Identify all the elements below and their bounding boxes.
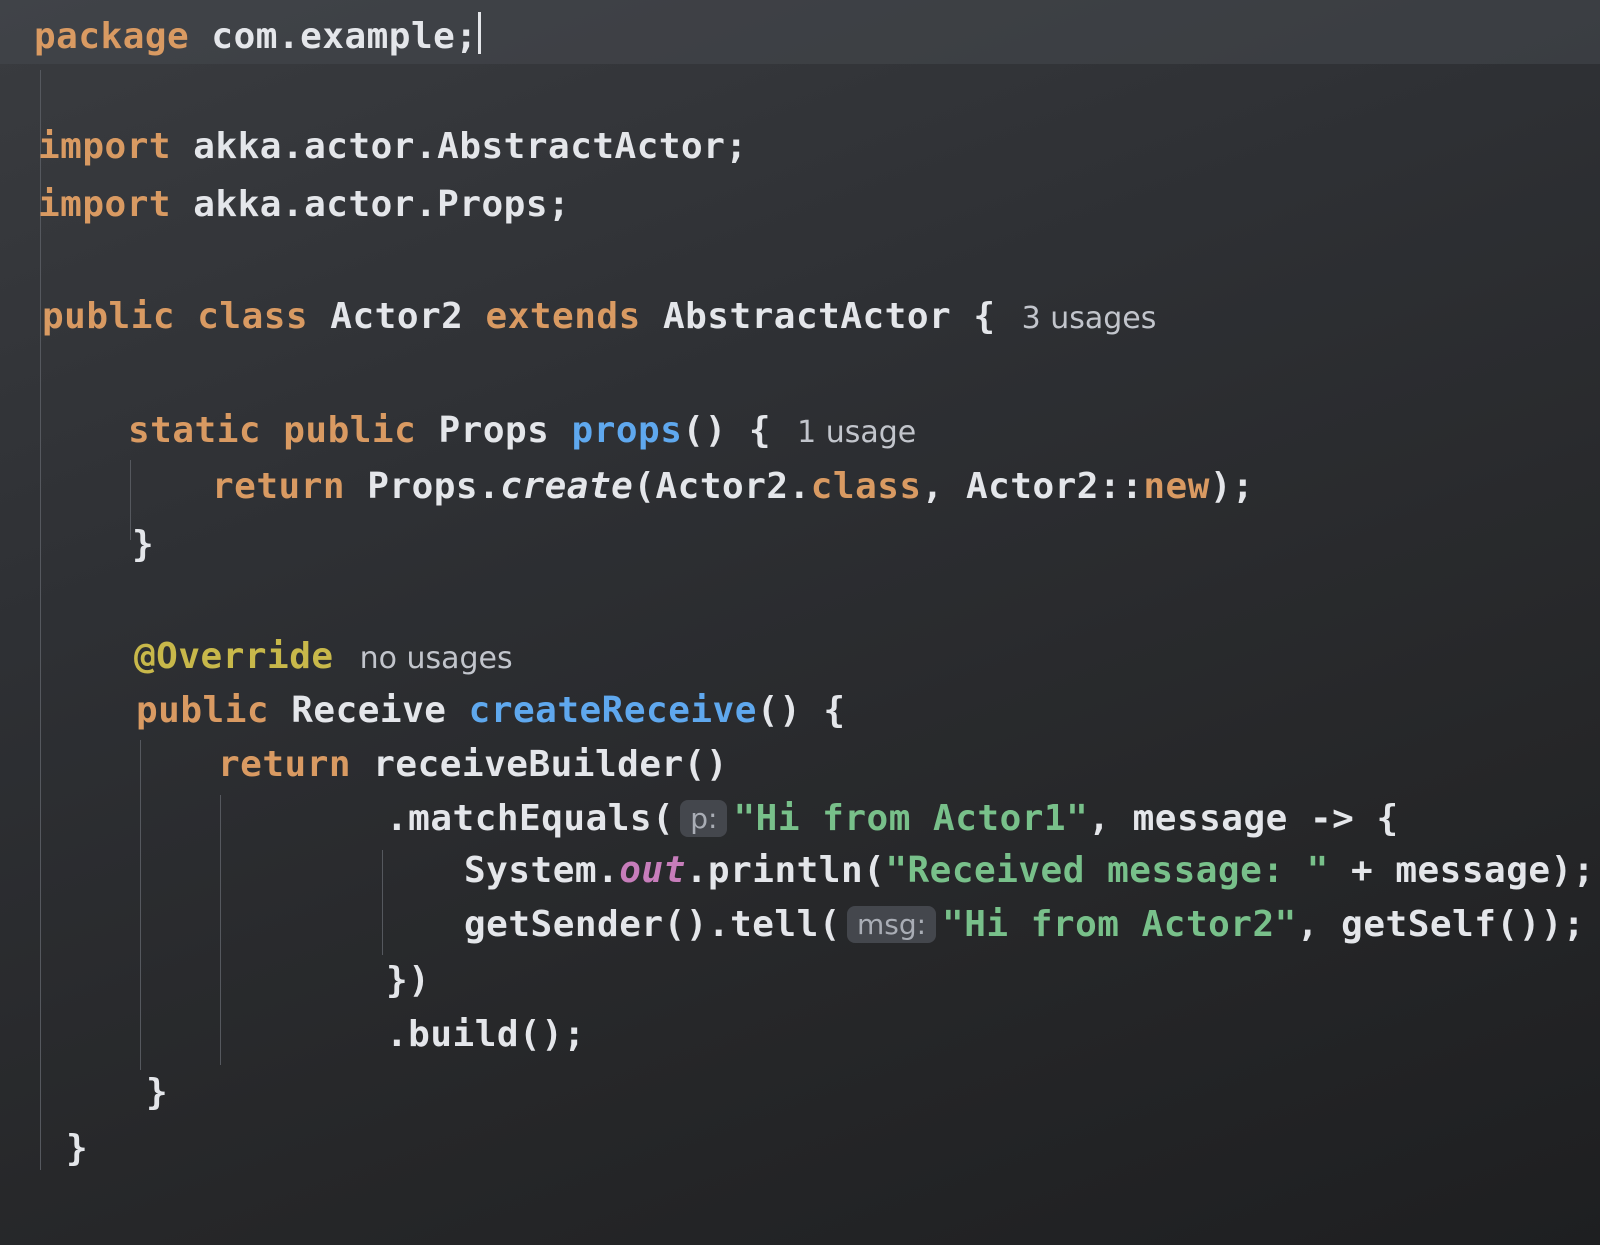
code-line-build: .build(); [386, 1014, 586, 1055]
code-line-return-builder: return receiveBuilder() [218, 744, 729, 785]
text-cursor [477, 12, 481, 54]
code-line-match-equals: .matchEquals(p: "Hi from Actor1", message… [386, 798, 1399, 839]
usages-hint[interactable]: 3 usages [1022, 301, 1157, 336]
code-line-lambda-close: }) [386, 960, 431, 1001]
code-line-tell: getSender().tell(msg: "Hi from Actor2", g… [464, 904, 1586, 945]
indent-guide [382, 850, 383, 955]
indent-guide [130, 460, 131, 540]
code-line-import-2: import akka.actor.Props; [38, 184, 571, 225]
code-line-create-receive: public Receive createReceive() { [136, 690, 846, 731]
code-line-println: System.out.println("Received message: " … [464, 850, 1595, 891]
code-line-package: package com.example; [34, 12, 481, 57]
parameter-hint: msg: [846, 906, 937, 943]
code-line-override: @Override no usages [134, 636, 513, 677]
parameter-hint: p: [680, 800, 728, 837]
indent-guide [40, 70, 41, 1170]
usages-hint[interactable]: no usages [360, 641, 513, 676]
code-line-import-1: import akka.actor.AbstractActor; [38, 126, 748, 167]
code-line-method-close: } [146, 1072, 169, 1113]
code-line-class-decl: public class Actor2 extends AbstractActo… [42, 296, 1157, 337]
code-line-class-close: } [66, 1128, 89, 1169]
indent-guide [140, 740, 141, 1070]
usages-hint[interactable]: 1 usage [797, 415, 916, 450]
code-line-props-return: return Props.create(Actor2.class, Actor2… [212, 466, 1255, 507]
code-line-props-close: } [132, 524, 155, 565]
indent-guide [220, 795, 221, 1065]
code-editor[interactable]: package com.example; import akka.actor.A… [0, 0, 1600, 1245]
code-line-props-decl: static public Props props() {1 usage [128, 410, 917, 451]
